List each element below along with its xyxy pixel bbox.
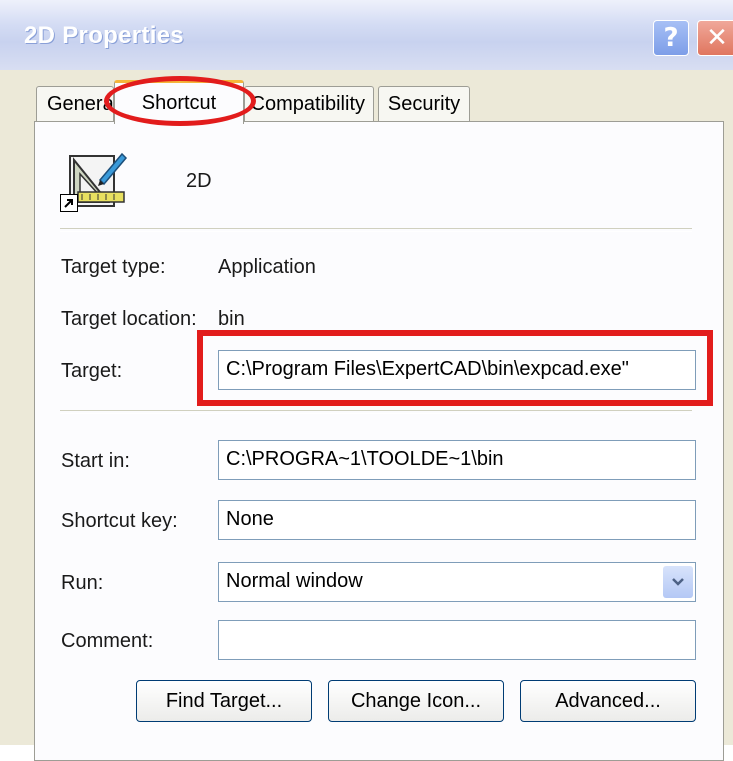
close-icon: ✕ [706, 23, 728, 53]
change-icon-button[interactable]: Change Icon... [328, 680, 504, 722]
chevron-down-icon[interactable] [663, 566, 693, 598]
title-bar[interactable]: 2D Properties ? ✕ [0, 0, 733, 70]
help-button[interactable]: ? [653, 20, 689, 56]
run-label: Run: [61, 572, 104, 594]
change-icon-label: Change Icon... [350, 689, 482, 712]
target-type-value: Application [218, 256, 316, 278]
shortcut-key-label: Shortcut key: [61, 510, 178, 532]
close-button[interactable]: ✕ [697, 20, 733, 56]
run-value: Normal window [226, 570, 363, 592]
advanced-button[interactable]: Advanced... [520, 680, 696, 722]
shortcut-arrow-icon [60, 194, 78, 212]
start-in-field[interactable]: C:\PROGRA~1\TOOLDE~1\bin [218, 440, 696, 480]
advanced-label: Advanced... [555, 689, 661, 712]
start-in-label: Start in: [61, 450, 130, 472]
target-location-value: bin [218, 308, 245, 330]
run-select[interactable]: Normal window [218, 562, 696, 602]
target-label: Target: [61, 360, 123, 382]
separator-middle [60, 410, 692, 414]
properties-dialog: 2D Properties ? ✕ General Shortcut Compa… [0, 0, 733, 761]
shortcut-key-value: None [226, 508, 274, 530]
tab-security[interactable]: Security [378, 86, 470, 122]
tab-compatibility-label: Compatibility [250, 93, 365, 115]
drafting-triangle-pencil-icon [60, 150, 130, 214]
find-target-button[interactable]: Find Target... [136, 680, 312, 722]
tab-general[interactable]: General [36, 86, 114, 122]
separator-top [60, 228, 692, 232]
find-target-label: Find Target... [165, 689, 283, 712]
window-title: 2D Properties [24, 22, 184, 49]
tab-compatibility[interactable]: Compatibility [244, 86, 374, 122]
shortcut-name: 2D [186, 170, 212, 192]
target-location-label: Target location: [61, 308, 197, 330]
shortcut-tab-highlight-ellipse [104, 76, 256, 126]
target-highlight-rectangle [197, 330, 713, 406]
tab-security-label: Security [387, 93, 461, 115]
start-in-value: C:\PROGRA~1\TOOLDE~1\bin [226, 448, 504, 470]
target-type-label: Target type: [61, 256, 166, 278]
comment-label: Comment: [61, 630, 154, 652]
question-mark-icon: ? [663, 23, 679, 53]
shortcut-key-field[interactable]: None [218, 500, 696, 540]
comment-field[interactable] [218, 620, 696, 660]
